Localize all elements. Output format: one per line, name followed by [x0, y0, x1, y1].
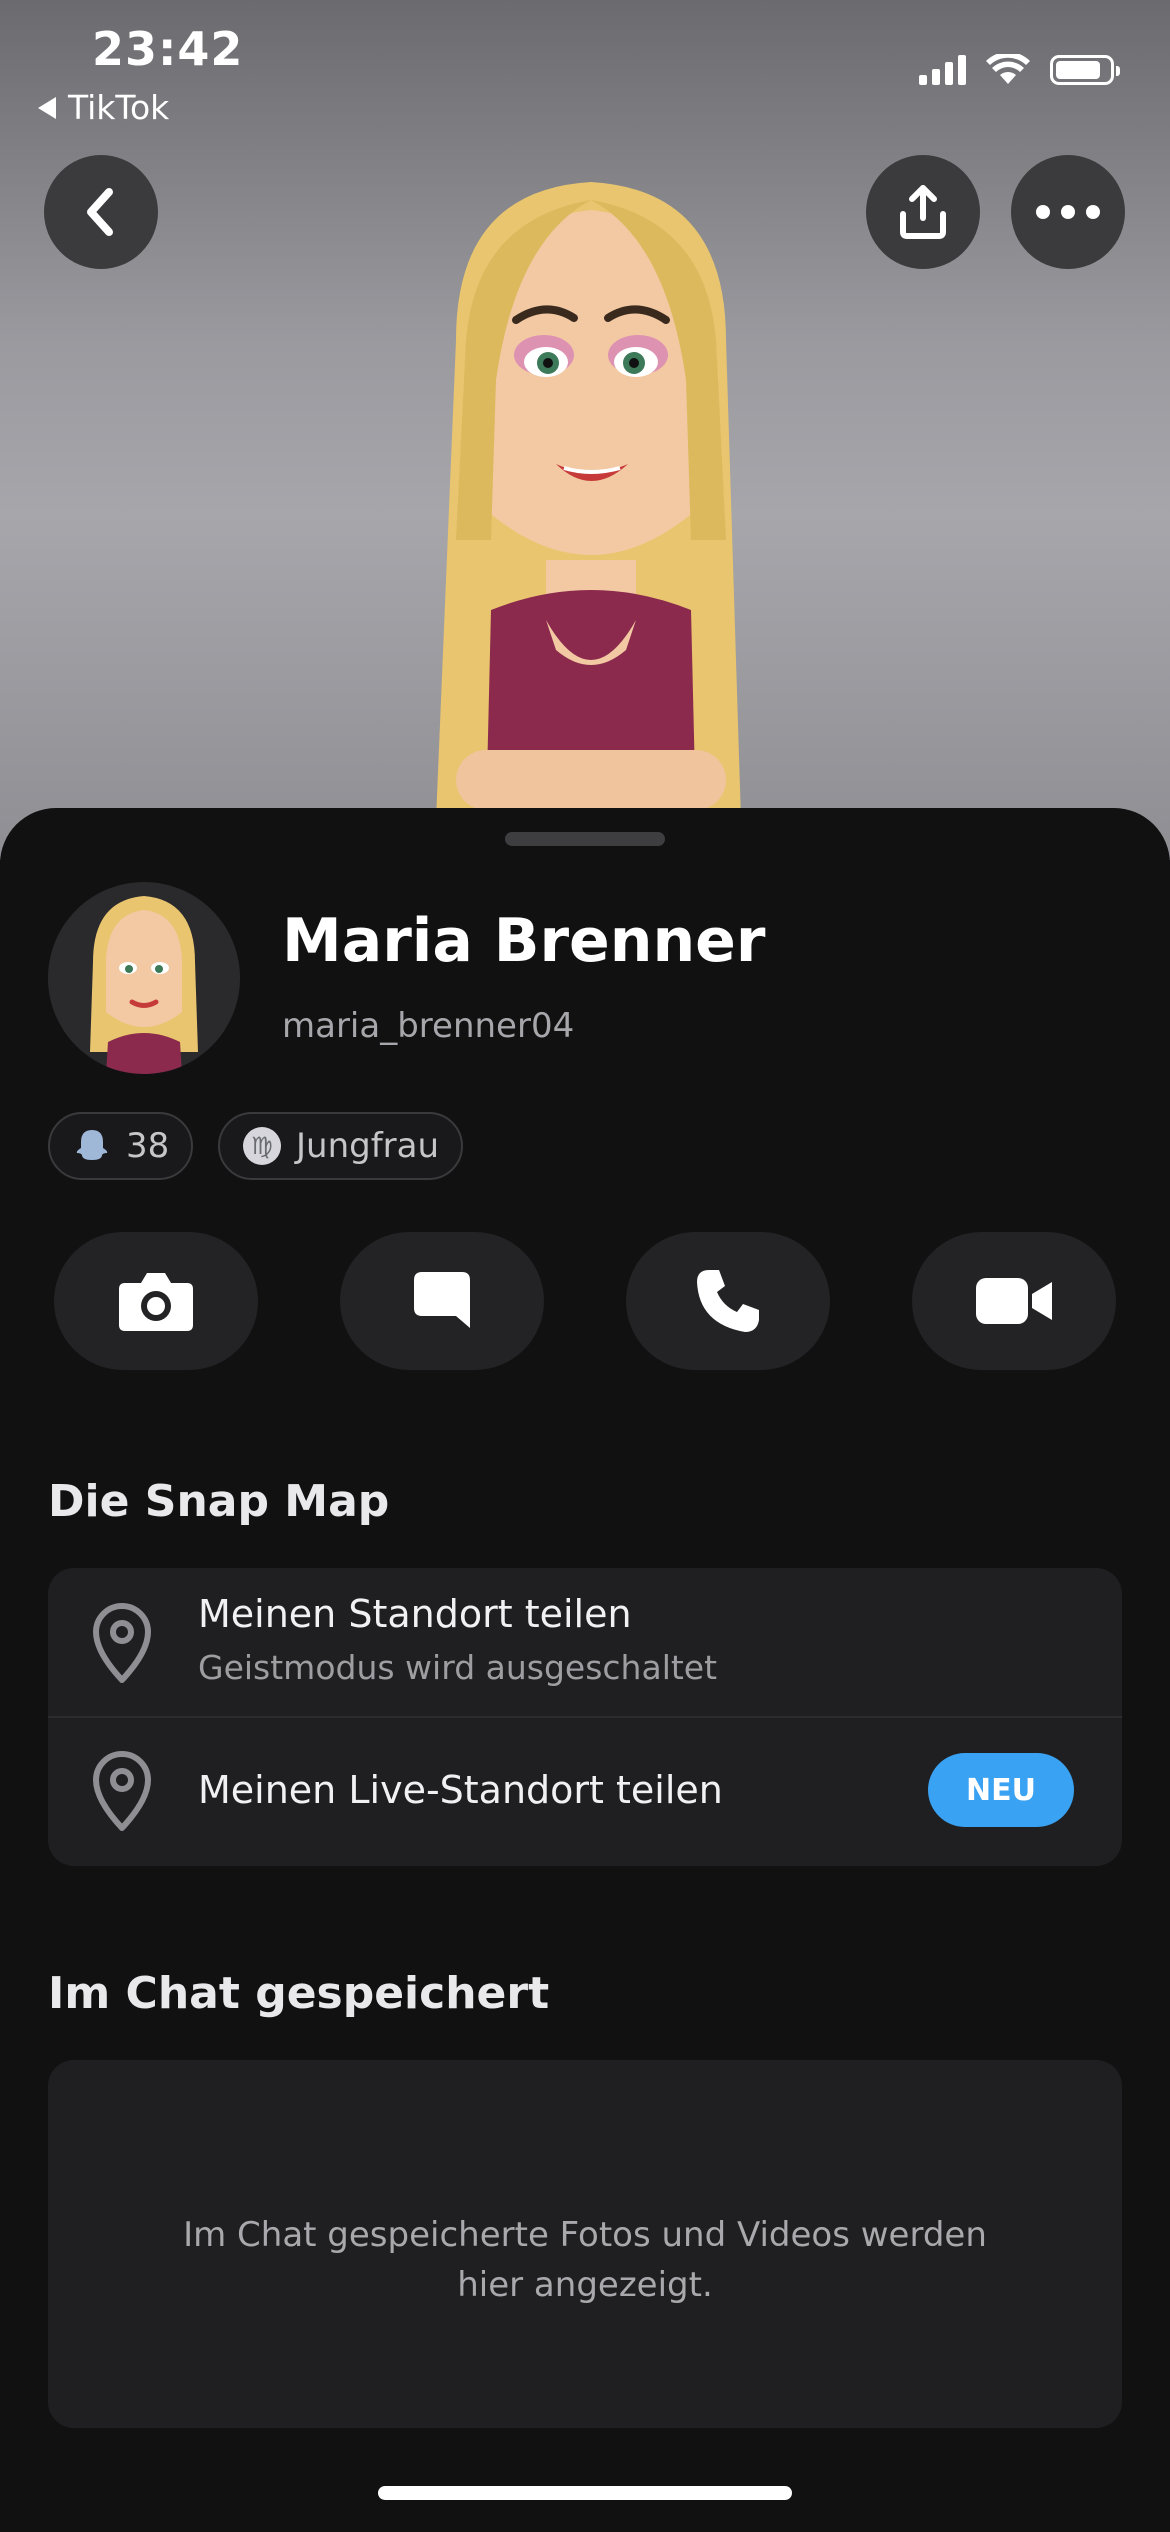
share-live-location-label: Meinen Live-Standort teilen	[198, 1768, 723, 1812]
status-icons	[919, 54, 1120, 86]
bitmoji-avatar-image	[436, 182, 741, 820]
home-indicator[interactable]	[378, 2486, 792, 2500]
chevron-left-icon	[87, 188, 113, 236]
camera-button[interactable]	[54, 1232, 258, 1370]
zodiac-label: Jungfrau	[296, 1126, 440, 1166]
status-time: 23:42	[92, 22, 244, 76]
cellular-signal-icon	[919, 55, 966, 85]
share-upload-icon	[900, 185, 946, 239]
profile-name: Maria Brenner	[282, 906, 766, 976]
virgo-zodiac-icon: ♍	[243, 1127, 281, 1165]
back-to-app-link[interactable]: TikTok	[38, 88, 169, 127]
video-call-button[interactable]	[912, 1232, 1116, 1370]
more-button[interactable]	[1011, 155, 1125, 269]
snap-map-card: Meinen Standort teilen Geistmodus wird a…	[48, 1568, 1122, 1866]
call-button[interactable]	[626, 1232, 830, 1370]
share-button[interactable]	[866, 155, 980, 269]
camera-icon	[119, 1273, 193, 1331]
snap-map-title: Die Snap Map	[48, 1476, 390, 1527]
share-location-label: Meinen Standort teilen	[198, 1592, 632, 1636]
share-location-row[interactable]: Meinen Standort teilen Geistmodus wird a…	[48, 1568, 1122, 1716]
snapscore-pill[interactable]: 38	[48, 1112, 194, 1180]
back-button[interactable]	[44, 155, 158, 269]
saved-empty-state-text: Im Chat gespeicherte Fotos und Videos we…	[183, 2215, 987, 2305]
video-camera-icon	[976, 1278, 1052, 1324]
back-triangle-icon	[38, 96, 56, 119]
zodiac-pill[interactable]: ♍ Jungfrau	[218, 1112, 464, 1180]
chat-button[interactable]	[340, 1232, 544, 1370]
ghost-icon	[76, 1130, 108, 1160]
more-dots-icon	[1036, 205, 1100, 219]
snapscore-value: 38	[126, 1126, 170, 1166]
location-pin-icon	[93, 1751, 151, 1831]
battery-icon	[1050, 55, 1120, 85]
sheet-grabber[interactable]	[505, 832, 665, 846]
profile-sheet: Maria Brenner maria_brenner04 38 ♍ Jungf…	[0, 808, 1170, 2532]
chat-icon	[414, 1272, 470, 1328]
ghost-mode-subtitle: Geistmodus wird ausgeschaltet	[198, 1648, 718, 1687]
wifi-icon	[986, 54, 1030, 84]
svg-text:♍: ♍	[251, 1132, 273, 1160]
back-app-label: TikTok	[68, 88, 170, 127]
location-pin-icon	[93, 1603, 151, 1683]
bitmoji-thumbnail-image	[90, 896, 198, 1074]
new-badge: NEU	[928, 1753, 1074, 1827]
bitmoji-header: 23:42 TikTok	[0, 0, 1170, 860]
avatar[interactable]	[48, 882, 240, 1074]
share-live-location-row[interactable]: Meinen Live-Standort teilen NEU	[48, 1716, 1122, 1866]
saved-in-chat-title: Im Chat gespeichert	[48, 1968, 550, 2019]
profile-username: maria_brenner04	[282, 1006, 575, 1046]
saved-in-chat-card: Im Chat gespeicherte Fotos und Videos we…	[48, 2060, 1122, 2428]
phone-icon	[697, 1270, 759, 1332]
